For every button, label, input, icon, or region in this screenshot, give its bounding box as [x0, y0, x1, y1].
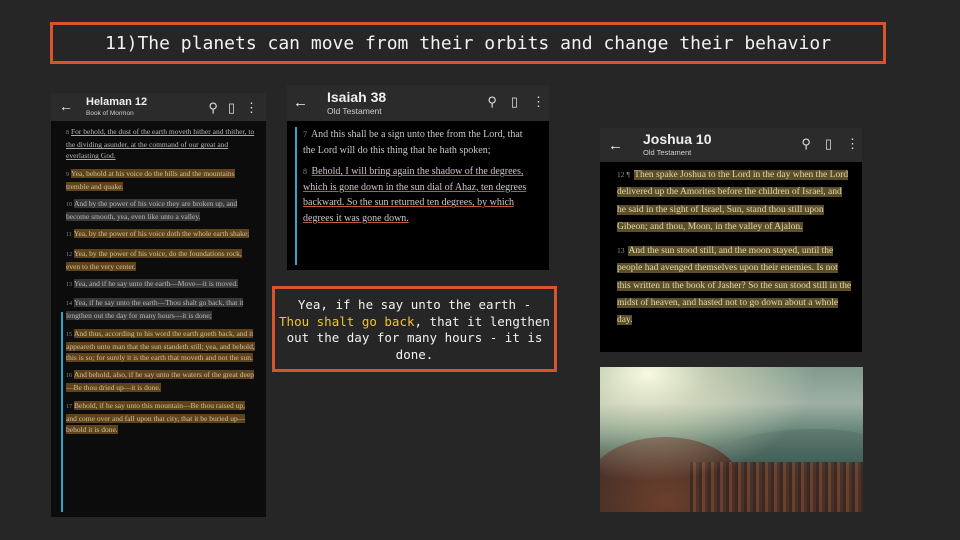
helaman-app-bar: ← Helaman 12 Book of Mormon ⚲ ▯ ⋮	[51, 93, 266, 121]
back-arrow-icon[interactable]: ←	[293, 94, 308, 111]
book-subtitle: Book of Mormon	[86, 110, 134, 117]
bookmark-icon[interactable]: ▯	[511, 94, 518, 110]
verse[interactable]: 12 Yea, by the power of his voice, do the…	[66, 248, 256, 272]
verse[interactable]: 9 Yea, behold at his voice do the hills a…	[66, 168, 256, 192]
verse[interactable]: 8 For behold, the dust of the earth movet…	[66, 126, 256, 162]
search-icon[interactable]: ⚲	[208, 100, 218, 116]
joshua-screenshot: ← Joshua 10 Old Testament ⚲ ▯ ⋮ 12 ¶ The…	[600, 128, 862, 352]
quote-box: Yea, if he say unto the earth - Thou sha…	[272, 286, 557, 372]
search-icon[interactable]: ⚲	[801, 136, 811, 152]
verse[interactable]: 10 And by the power of his voice they are…	[66, 198, 256, 222]
bookmark-icon[interactable]: ▯	[228, 100, 235, 116]
quote-text-before: Yea, if he say unto the earth -	[297, 297, 532, 312]
chapter-title: Joshua 10	[643, 131, 712, 147]
isaiah-screenshot: ← Isaiah 38 Old Testament ⚲ ▯ ⋮ 7 And th…	[287, 85, 549, 270]
more-vert-icon[interactable]: ⋮	[846, 136, 859, 152]
verse[interactable]: 17 Behold, if he say unto this mountain—B…	[66, 400, 256, 436]
verse[interactable]: 7 And this shall be a sign unto thee fro…	[303, 127, 529, 158]
verse[interactable]: 15 And thus, according to his word the ea…	[66, 328, 256, 364]
battle-painting-image	[600, 367, 863, 512]
more-vert-icon[interactable]: ⋮	[532, 94, 545, 110]
verse[interactable]: 11 Yea, by the power of his voice doth th…	[66, 228, 256, 241]
book-subtitle: Old Testament	[643, 148, 692, 157]
verse[interactable]: 13 Yea, and if he say unto the earth—Move…	[66, 278, 256, 291]
search-icon[interactable]: ⚲	[487, 94, 497, 110]
verse[interactable]: 12 ¶ Then spake Joshua to the Lord in th…	[617, 166, 852, 236]
more-vert-icon[interactable]: ⋮	[245, 100, 258, 116]
bookmark-icon[interactable]: ▯	[825, 136, 832, 152]
slide-title-box: 11)The planets can move from their orbit…	[50, 22, 886, 64]
verse[interactable]: 14 Yea, if he say unto the earth—Thou sha…	[66, 297, 256, 321]
verse[interactable]: 13 And the sun stood still, and the moon…	[617, 242, 852, 329]
isaiah-app-bar: ← Isaiah 38 Old Testament ⚲ ▯ ⋮	[287, 85, 549, 121]
verse-list: 8 For behold, the dust of the earth movet…	[51, 121, 266, 435]
joshua-app-bar: ← Joshua 10 Old Testament ⚲ ▯ ⋮	[600, 128, 862, 162]
chapter-title: Isaiah 38	[327, 89, 387, 105]
book-subtitle: Old Testament	[327, 106, 382, 116]
verse-list: 7 And this shall be a sign unto thee fro…	[287, 121, 549, 227]
painting-light-rays	[600, 367, 863, 512]
quote-highlight: Thou shalt go back	[279, 313, 415, 329]
helaman-screenshot: ← Helaman 12 Book of Mormon ⚲ ▯ ⋮ 8 For b…	[51, 93, 266, 517]
verse[interactable]: 16 And behold, also, if he say unto the w…	[66, 369, 256, 393]
back-arrow-icon[interactable]: ←	[608, 137, 623, 154]
slide-title: 11)The planets can move from their orbit…	[104, 32, 832, 54]
verse[interactable]: 8 Behold, I will bring again the shadow …	[303, 164, 529, 226]
back-arrow-icon[interactable]: ←	[59, 98, 73, 114]
chapter-title: Helaman 12	[86, 96, 148, 108]
verse-list: 12 ¶ Then spake Joshua to the Lord in th…	[600, 162, 862, 330]
